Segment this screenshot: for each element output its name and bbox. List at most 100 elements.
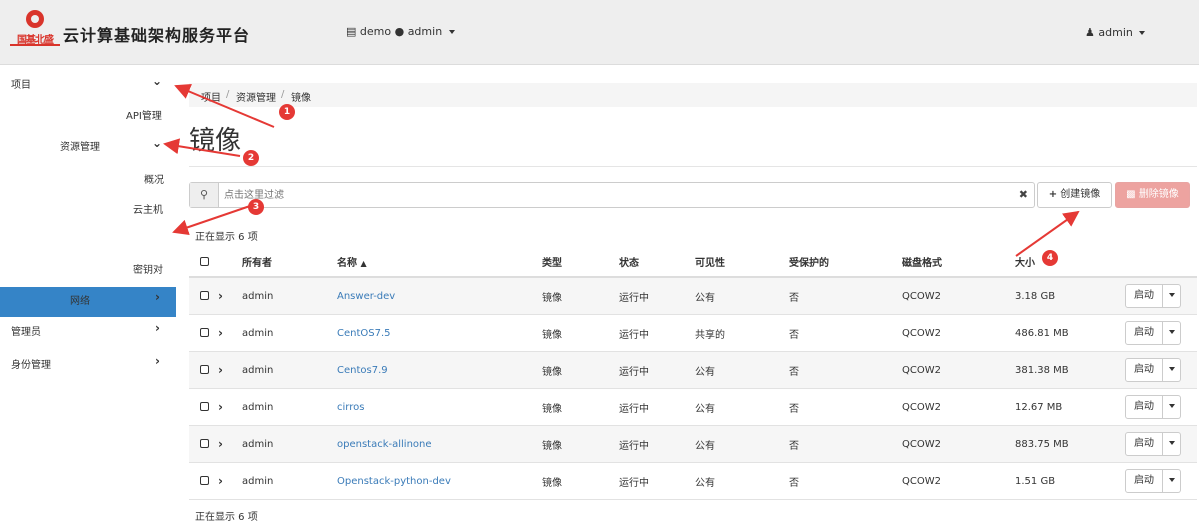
sidebar-item-project[interactable]: 项目 (11, 76, 31, 91)
row-actions-dropdown[interactable] (1163, 469, 1181, 493)
trash-icon: ▩ (1126, 189, 1136, 200)
annotation-badge-1: 1 (279, 104, 295, 120)
chevron-down-icon[interactable]: ⌄ (152, 136, 162, 150)
column-header-disk-format[interactable]: 磁盘格式 (902, 247, 1015, 278)
row-checkbox[interactable] (200, 402, 209, 411)
sort-asc-icon: ▲ (360, 259, 367, 268)
images-table: 所有者 名称 ▲ 类型 状态 可见性 受保护的 磁盘格式 大小 › admin … (189, 247, 1197, 500)
platform-title: 云计算基础架构服务平台 (63, 26, 251, 45)
row-actions-dropdown[interactable] (1163, 432, 1181, 456)
column-header-protected[interactable]: 受保护的 (789, 247, 902, 278)
sidebar-item-network[interactable]: 网络 (70, 292, 90, 307)
expand-row-icon[interactable]: › (218, 326, 223, 340)
chevron-down-icon (1168, 367, 1175, 371)
cell-visibility: 公有 (695, 277, 789, 315)
launch-button[interactable]: 启动 (1125, 321, 1163, 345)
column-header-status[interactable]: 状态 (619, 247, 695, 278)
user-menu-label: admin (1098, 26, 1133, 39)
image-name-link[interactable]: CentOS7.5 (337, 328, 391, 339)
column-header-size[interactable]: 大小 (1015, 247, 1125, 278)
column-header-owner[interactable]: 所有者 (242, 247, 337, 278)
chevron-right-icon[interactable]: › (155, 354, 160, 368)
row-actions-dropdown[interactable] (1163, 358, 1181, 382)
logo-mark-icon (26, 10, 44, 28)
table-row[interactable]: › admin CentOS7.5 镜像 运行中 共享的 否 QCOW2 486… (189, 314, 1197, 352)
column-header-name[interactable]: 名称 ▲ (337, 247, 542, 278)
cell-size: 883.75 MB (1015, 425, 1125, 463)
image-name-link[interactable]: Answer-dev (337, 291, 395, 302)
table-row[interactable]: › admin Centos7.9 镜像 运行中 公有 否 QCOW2 381.… (189, 351, 1197, 389)
launch-button[interactable]: 启动 (1125, 284, 1163, 308)
cell-size: 3.18 GB (1015, 277, 1125, 315)
delete-image-button[interactable]: ▩ 删除镜像 (1115, 182, 1190, 208)
column-header-name-label: 名称 (337, 258, 357, 269)
chevron-right-icon[interactable]: › (155, 321, 160, 335)
table-row[interactable]: › admin Answer-dev 镜像 运行中 公有 否 QCOW2 3.1… (189, 277, 1197, 315)
table-row[interactable]: › admin cirros 镜像 运行中 公有 否 QCOW2 12.67 M… (189, 388, 1197, 426)
launch-button[interactable]: 启动 (1125, 395, 1163, 419)
image-name-link[interactable]: cirros (337, 402, 364, 413)
select-all-checkbox[interactable] (200, 256, 209, 266)
row-checkbox[interactable] (200, 365, 209, 374)
chevron-right-icon[interactable]: › (155, 290, 160, 304)
row-checkbox[interactable] (200, 439, 209, 448)
cell-size: 486.81 MB (1015, 314, 1125, 352)
image-name-link[interactable]: Centos7.9 (337, 365, 388, 376)
row-actions-dropdown[interactable] (1163, 321, 1181, 345)
chevron-down-icon (1168, 404, 1175, 408)
sidebar-item-admin[interactable]: 管理员 (11, 323, 41, 338)
cell-status: 运行中 (619, 425, 695, 463)
chevron-down-icon (1139, 31, 1146, 35)
chevron-down-icon[interactable]: ⌄ (152, 74, 162, 88)
cell-status: 运行中 (619, 388, 695, 426)
column-header-visibility[interactable]: 可见性 (695, 247, 789, 278)
row-actions-dropdown[interactable] (1163, 284, 1181, 308)
expand-row-icon[interactable]: › (218, 400, 223, 414)
company-logo[interactable]: 国基北盛 (10, 8, 60, 52)
expand-row-icon[interactable]: › (218, 289, 223, 303)
cell-type: 镜像 (542, 388, 619, 426)
cell-protected: 否 (789, 388, 902, 426)
launch-button[interactable]: 启动 (1125, 469, 1163, 493)
sidebar-item-api[interactable]: API管理 (126, 107, 162, 122)
sidebar-item-overview[interactable]: 概况 (144, 171, 164, 186)
row-checkbox[interactable] (200, 291, 209, 300)
cell-type: 镜像 (542, 425, 619, 463)
chevron-down-icon (1168, 293, 1175, 297)
breadcrumb-separator: / (281, 89, 285, 100)
table-row[interactable]: › admin Openstack-python-dev 镜像 运行中 公有 否… (189, 462, 1197, 500)
cell-status: 运行中 (619, 277, 695, 315)
column-header-type[interactable]: 类型 (542, 247, 619, 278)
table-row[interactable]: › admin openstack-allinone 镜像 运行中 公有 否 Q… (189, 425, 1197, 463)
breadcrumb-item-project[interactable]: 项目 (201, 89, 221, 104)
cell-visibility: 公有 (695, 462, 789, 500)
sidebar-item-keypairs[interactable]: 密钥对 (133, 261, 163, 276)
expand-row-icon[interactable]: › (218, 363, 223, 377)
sidebar-item-identity[interactable]: 身份管理 (11, 356, 51, 371)
row-checkbox[interactable] (200, 328, 209, 337)
project-selector-dropdown[interactable]: ▤ demo ● admin (346, 25, 455, 38)
cell-disk-format: QCOW2 (902, 388, 1015, 426)
expand-row-icon[interactable]: › (218, 474, 223, 488)
cell-type: 镜像 (542, 462, 619, 500)
breadcrumb-item-resources[interactable]: 资源管理 (236, 89, 276, 104)
clear-filter-icon[interactable]: ✖ (1019, 188, 1028, 201)
launch-button[interactable]: 启动 (1125, 358, 1163, 382)
image-name-link[interactable]: Openstack-python-dev (337, 476, 451, 487)
filter-input[interactable] (222, 186, 1006, 204)
cell-status: 运行中 (619, 351, 695, 389)
user-icon: ♟ (1085, 26, 1095, 39)
row-actions-dropdown[interactable] (1163, 395, 1181, 419)
sidebar-item-images[interactable]: 镜像 (143, 231, 163, 246)
sidebar-item-instances[interactable]: 云主机 (133, 201, 163, 216)
user-menu-dropdown[interactable]: ♟ admin (1085, 26, 1146, 39)
row-checkbox[interactable] (200, 476, 209, 485)
cell-owner: admin (242, 314, 337, 352)
launch-button[interactable]: 启动 (1125, 432, 1163, 456)
create-image-button[interactable]: + 创建镜像 (1037, 182, 1112, 208)
image-name-link[interactable]: openstack-allinone (337, 439, 432, 450)
expand-row-icon[interactable]: › (218, 437, 223, 451)
cell-disk-format: QCOW2 (902, 462, 1015, 500)
project-selector-label: demo ● admin (359, 25, 443, 38)
sidebar-item-resources[interactable]: 资源管理 (60, 138, 100, 153)
